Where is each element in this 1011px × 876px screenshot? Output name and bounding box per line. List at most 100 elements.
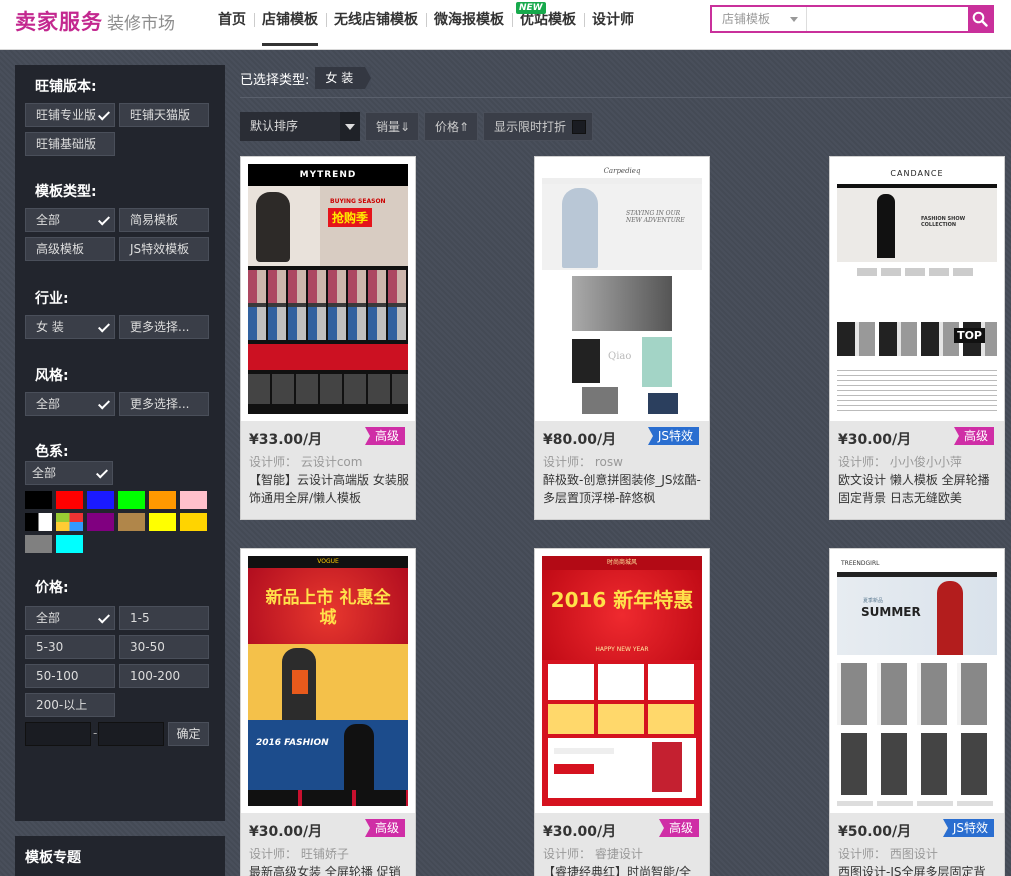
template-designer[interactable]: 设计师： 西图设计 (838, 845, 938, 862)
color-swatch[interactable] (25, 513, 52, 531)
logo-sub-text: 装修市场 (107, 14, 175, 34)
filter-style-more[interactable]: 更多选择... (119, 392, 209, 416)
thumb-sub: TOP (954, 328, 985, 343)
template-card[interactable]: MYTREND BUYING SEASON 抢购季 ¥33.00/月 高级 设计… (240, 156, 416, 520)
nav-home[interactable]: 首页 (210, 0, 254, 40)
template-designer[interactable]: 设计师： 云设计com (249, 453, 362, 470)
filter-industry-more[interactable]: 更多选择... (119, 315, 209, 339)
price-max-input[interactable] (98, 722, 164, 746)
template-thumbnail[interactable]: 时尚商城风 2016 新年特惠 HAPPY NEW YEAR (542, 556, 702, 806)
price-confirm-button[interactable]: 确定 (168, 722, 209, 746)
template-badge: 高级 (364, 819, 405, 837)
template-designer[interactable]: 设计师： 睿捷设计 (543, 845, 643, 862)
template-card[interactable]: Carpedieq STAYING IN OUR NEW ADVENTURE Q… (534, 156, 710, 520)
filter-style-title: 风格: (35, 368, 69, 384)
thumb-sub: 2016 FASHION (256, 738, 329, 748)
template-description[interactable]: 【智能】云设计高端版 女装服饰通用全屏/懒人模板 (249, 471, 409, 507)
template-thumbnail[interactable]: Carpedieq STAYING IN OUR NEW ADVENTURE Q… (542, 164, 702, 414)
color-swatch[interactable] (56, 535, 83, 553)
filter-type-simple[interactable]: 简易模板 (119, 208, 209, 232)
color-swatch[interactable] (180, 491, 207, 509)
nav-shop-templates[interactable]: 店铺模板 (254, 0, 326, 46)
search-button[interactable] (968, 7, 992, 31)
filter-price-1-5[interactable]: 1-5 (119, 606, 209, 630)
color-swatch[interactable] (118, 491, 145, 509)
template-designer[interactable]: 设计师： 小小俊小小萍 (838, 453, 962, 470)
template-card[interactable]: TREENDGIRL 夏季新品 SUMMER ¥50.00/月 JS特效 设计师… (829, 548, 1005, 876)
template-thumbnail[interactable]: VOGUE 新品上市 礼惠全城 2016 FASHION (248, 556, 408, 806)
filter-price-30-50[interactable]: 30-50 (119, 635, 209, 659)
filter-type-advanced[interactable]: 高级模板 (25, 237, 115, 261)
template-thumbnail-frame: TREENDGIRL 夏季新品 SUMMER (830, 549, 1004, 813)
nav-designers[interactable]: 设计师 (584, 0, 642, 40)
template-price: ¥30.00/月 (249, 824, 323, 840)
color-swatch[interactable] (25, 491, 52, 509)
sort-default-select[interactable]: 默认排序 (240, 112, 360, 141)
price-range-dash: - (93, 726, 98, 740)
filter-version-basic[interactable]: 旺铺基础版 (25, 132, 115, 156)
limited-discount-checkbox[interactable] (572, 120, 586, 134)
filter-color-all[interactable]: 全部 (25, 461, 113, 485)
filter-industry-title: 行业: (35, 291, 69, 307)
filter-version-pro[interactable]: 旺铺专业版 (25, 103, 115, 127)
nav-youzhan-label: 优站模板 (520, 12, 576, 28)
logo[interactable]: 卖家服务 装修市场 (15, 6, 175, 36)
price-min-input[interactable] (25, 722, 91, 746)
template-description[interactable]: 醉极致-创意拼图装修_JS炫酷-多层置顶浮梯-醉悠枫 (543, 471, 703, 507)
nav-youzhan-templates[interactable]: NEW 优站模板 (512, 0, 584, 40)
color-swatch[interactable] (87, 513, 114, 531)
color-swatch[interactable] (149, 513, 176, 531)
template-designer[interactable]: 设计师： rosw (543, 453, 623, 470)
template-thumbnail[interactable]: CANDANCE FASHION SHOW COLLECTION TOP (837, 164, 997, 414)
nav-mobile-templates[interactable]: 无线店铺模板 (326, 0, 426, 40)
template-thumbnail-frame: VOGUE 新品上市 礼惠全城 2016 FASHION (241, 549, 415, 813)
color-swatch[interactable] (56, 491, 83, 509)
filter-price-50-100[interactable]: 50-100 (25, 664, 115, 688)
thumb-sub: Qiao (608, 351, 632, 362)
limited-discount-toggle[interactable]: 显示限时打折 (483, 112, 593, 141)
color-swatch[interactable] (180, 513, 207, 531)
nav-poster-templates[interactable]: 微海报模板 (426, 0, 512, 40)
template-designer[interactable]: 设计师： 旺铺娇子 (249, 845, 349, 862)
color-swatch[interactable] (118, 513, 145, 531)
topic-title: 模板专题 (25, 850, 81, 866)
template-price: ¥50.00/月 (838, 824, 912, 840)
new-badge: NEW (516, 2, 546, 14)
search-icon (972, 11, 988, 27)
sort-sales-button[interactable]: 销量⇓ (365, 112, 419, 141)
filter-price-200-plus[interactable]: 200-以上 (25, 693, 115, 717)
thumb-title: MYTREND (248, 164, 408, 186)
selected-tag-women[interactable]: 女 装 (315, 67, 372, 89)
filter-type-js[interactable]: JS特效模板 (119, 237, 209, 261)
sort-price-button[interactable]: 价格⇑ (424, 112, 478, 141)
color-swatch[interactable] (87, 491, 114, 509)
template-thumbnail[interactable]: MYTREND BUYING SEASON 抢购季 (248, 164, 408, 414)
template-thumbnail[interactable]: TREENDGIRL 夏季新品 SUMMER (837, 556, 997, 806)
filter-price-100-200[interactable]: 100-200 (119, 664, 209, 688)
color-swatch[interactable] (56, 513, 83, 531)
template-thumbnail-frame: Carpedieq STAYING IN OUR NEW ADVENTURE Q… (535, 157, 709, 421)
template-description[interactable]: 【睿捷经典红】时尚智能/全 (543, 863, 703, 876)
template-card[interactable]: CANDANCE FASHION SHOW COLLECTION TOP ¥30… (829, 156, 1005, 520)
template-badge: 高级 (364, 427, 405, 445)
template-description[interactable]: 最新高级女装 全屏轮播 促销 (249, 863, 409, 876)
template-card[interactable]: VOGUE 新品上市 礼惠全城 2016 FASHION ¥30.00/月 高级… (240, 548, 416, 876)
filter-type-all[interactable]: 全部 (25, 208, 115, 232)
filter-industry-women[interactable]: 女 装 (25, 315, 115, 339)
search-input[interactable] (807, 7, 969, 31)
search-type-select[interactable]: 店铺模板 (712, 7, 808, 31)
filter-style-all[interactable]: 全部 (25, 392, 115, 416)
template-description[interactable]: 西图设计-JS全屏多层固定背 (838, 863, 998, 876)
thumb-title: 时尚商城风 (542, 556, 702, 570)
filter-version-title: 旺铺版本: (35, 79, 97, 95)
color-swatch[interactable] (25, 535, 52, 553)
color-swatch[interactable] (149, 491, 176, 509)
template-description[interactable]: 欧文设计 懒人模板 全屏轮播 固定背景 日志无缝欧美 (838, 471, 998, 507)
filter-price-5-30[interactable]: 5-30 (25, 635, 115, 659)
thumb-title: Carpedieq (603, 167, 641, 175)
chevron-down-icon (790, 17, 799, 22)
filter-price-all[interactable]: 全部 (25, 606, 115, 630)
filter-version-tmall[interactable]: 旺铺天猫版 (119, 103, 209, 127)
template-thumbnail-frame: 时尚商城风 2016 新年特惠 HAPPY NEW YEAR (535, 549, 709, 813)
template-card[interactable]: 时尚商城风 2016 新年特惠 HAPPY NEW YEAR ¥30.00/月 … (534, 548, 710, 876)
